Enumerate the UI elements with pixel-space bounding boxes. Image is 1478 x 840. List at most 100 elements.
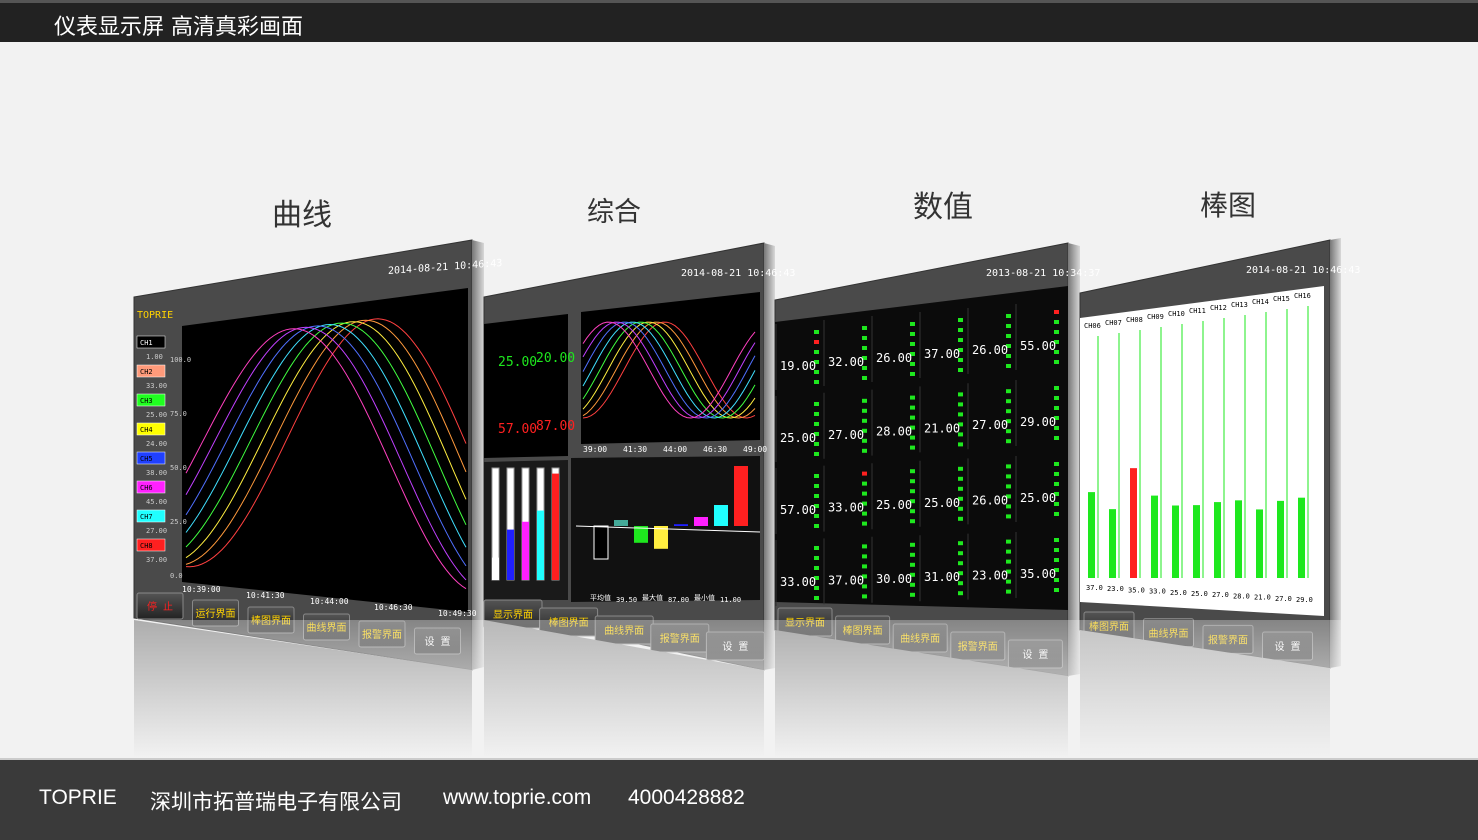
button-label: 棒图界面 xyxy=(843,624,883,637)
numeric-datetime: 2013-08-21 10:34:37 xyxy=(986,268,1100,279)
numeric-value: 55.00 xyxy=(1020,339,1056,353)
button-label: 棒图界面 xyxy=(251,614,291,627)
numeric-level-marker xyxy=(958,591,963,596)
numeric-level-marker xyxy=(910,489,915,494)
footer-website-link[interactable]: www.toprie.com xyxy=(443,786,591,810)
numeric-level-marker xyxy=(862,408,867,413)
combined-datetime: 2014-08-21 10:46:43 xyxy=(681,268,795,279)
combined-column-fill xyxy=(537,510,544,580)
numeric-level-marker xyxy=(862,471,867,476)
numeric-level-marker xyxy=(1006,439,1011,444)
numeric-level-marker xyxy=(910,552,915,557)
numeric-level-marker xyxy=(910,405,915,410)
button-label: 设 置 xyxy=(1022,649,1048,661)
bar-fill xyxy=(1088,492,1095,578)
button-label: 停 止 xyxy=(147,600,173,613)
numeric-level-marker xyxy=(910,322,915,326)
numeric-value: 26.00 xyxy=(876,351,912,365)
numeric-level-marker xyxy=(1054,472,1059,476)
time-label: 10:39:00 xyxy=(182,585,221,594)
time-label: 10:49:30 xyxy=(438,609,477,618)
numeric-level-marker xyxy=(1054,396,1059,400)
numeric-value: 21.00 xyxy=(924,421,960,435)
combined-value: 57.00 xyxy=(498,422,537,437)
numeric-value: 25.00 xyxy=(924,496,960,510)
numeric-screen: 2013-08-21 10:34:37 19.00 32.00 26.00 37.00… xyxy=(774,242,1100,677)
numeric-level-marker xyxy=(1006,399,1011,404)
numeric-level-marker xyxy=(1006,364,1011,368)
bar-channel-label: CH11 xyxy=(1189,307,1206,315)
bar-value: 35.0 xyxy=(1128,586,1145,594)
numeric-level-marker xyxy=(958,402,963,407)
combined-value: 25.00 xyxy=(498,355,537,370)
numeric-level-marker xyxy=(814,380,819,384)
combined-stat-label: 平均值 xyxy=(590,593,611,602)
numeric-level-marker xyxy=(1054,386,1059,390)
combined-stat-label: 87.00 xyxy=(668,596,689,604)
numeric-level-marker xyxy=(910,445,915,450)
combined-value: 87.00 xyxy=(536,419,575,434)
combined-bar xyxy=(593,525,609,560)
numeric-level-marker xyxy=(1054,512,1059,516)
button-label: 设 置 xyxy=(1274,641,1300,653)
bar-fill xyxy=(1277,500,1284,578)
numeric-level-marker xyxy=(1054,482,1059,486)
numeric-level-marker xyxy=(814,350,819,354)
numeric-value: 23.00 xyxy=(972,569,1008,583)
axis-tick-label: 0.0 xyxy=(170,572,183,580)
numeric-level-marker xyxy=(862,326,867,330)
combined-stat-label: 最大值 xyxy=(642,593,663,602)
axis-tick-label: 100.0 xyxy=(170,356,191,364)
numeric-level-marker xyxy=(910,415,915,420)
channel-value: 33.00 xyxy=(146,382,167,390)
numeric-level-marker xyxy=(1054,558,1059,562)
numeric-level-marker xyxy=(862,594,867,599)
button-label: 棒图界面 xyxy=(1089,620,1129,633)
channel-label: CH7 xyxy=(140,513,153,521)
numeric-level-marker xyxy=(910,469,915,474)
numeric-level-marker xyxy=(862,398,867,403)
combined-time-label: 44:00 xyxy=(663,445,687,454)
numeric-level-marker xyxy=(1054,462,1059,466)
button-label: 曲线界面 xyxy=(900,632,940,645)
footer-company: 深圳市拓普瑞电子有限公司 xyxy=(150,791,402,814)
combined-stat-label: 39.50 xyxy=(616,596,637,604)
channel-label: CH6 xyxy=(140,484,153,492)
numeric-level-marker xyxy=(862,346,867,350)
curve-brand: TOPRIE xyxy=(137,310,173,321)
numeric-level-marker xyxy=(1054,360,1059,364)
time-label: 10:44:00 xyxy=(310,597,349,606)
button-label: 报警界面 xyxy=(362,628,402,641)
numeric-value: 25.00 xyxy=(876,498,912,512)
combined-stat-label: 最小值 xyxy=(694,593,715,602)
numeric-value: 27.00 xyxy=(972,418,1008,432)
channel-label: CH8 xyxy=(140,542,153,550)
channel-label: CH1 xyxy=(140,339,153,347)
bar-value: 25.0 xyxy=(1170,589,1187,597)
channel-value: 1.00 xyxy=(146,353,163,361)
combined-column-fill xyxy=(522,521,529,580)
numeric-value: 25.00 xyxy=(1020,491,1056,505)
axis-tick-label: 75.0 xyxy=(170,410,187,418)
numeric-level-marker xyxy=(958,412,963,417)
numeric-level-marker xyxy=(958,318,963,322)
numeric-level-marker xyxy=(862,448,867,453)
numeric-level-marker xyxy=(910,542,915,547)
numeric-level-marker xyxy=(1006,559,1011,564)
numeric-level-marker xyxy=(910,519,915,524)
numeric-level-marker xyxy=(1006,589,1011,594)
numeric-level-marker xyxy=(814,556,819,560)
combined-column-fill xyxy=(492,557,499,580)
bar-datetime: 2014-08-21 10:46:43 xyxy=(1246,265,1360,276)
axis-tick-label: 25.0 xyxy=(170,518,187,526)
numeric-level-marker xyxy=(1006,474,1011,479)
numeric-value: 31.00 xyxy=(924,570,960,584)
numeric-level-marker xyxy=(958,476,963,481)
bar-channel-label: CH16 xyxy=(1294,292,1311,300)
numeric-level-marker xyxy=(1006,464,1011,469)
numeric-level-marker xyxy=(1006,539,1011,544)
button-label: 显示界面 xyxy=(785,617,825,629)
bar-channel-label: CH06 xyxy=(1084,322,1101,330)
combined-time-label: 39:00 xyxy=(583,445,607,454)
numeric-value: 27.00 xyxy=(828,428,864,442)
